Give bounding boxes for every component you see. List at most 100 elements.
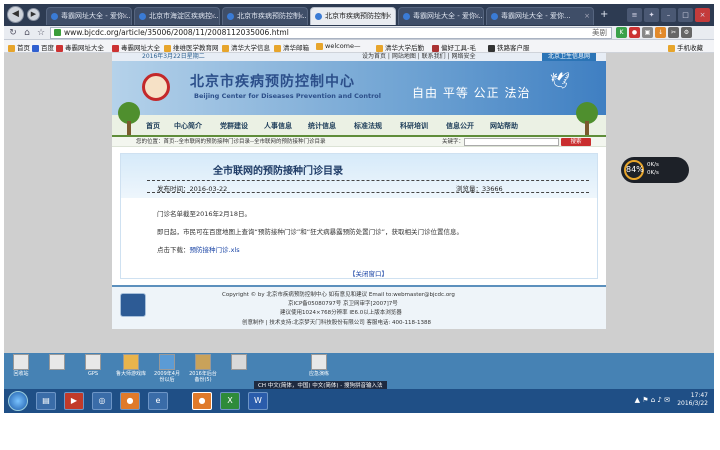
bookmark-item[interactable]: 清华邮箱 xyxy=(274,42,309,52)
desktop-icon[interactable] xyxy=(224,353,254,371)
nav-item[interactable]: 中心简介 xyxy=(174,121,202,131)
bookmark-item[interactable]: 百度 xyxy=(32,42,54,52)
footer-support: 创意制作 | 技术支持:北京梦天门科技股份有限公司 客服电话: 400-118-… xyxy=(242,320,432,326)
desktop-icon[interactable]: 应急演练 xyxy=(304,353,334,377)
close-window-icon[interactable]: × xyxy=(695,8,710,22)
new-tab-icon[interactable]: + xyxy=(600,9,608,20)
search-input[interactable] xyxy=(464,138,559,146)
close-tab-icon[interactable]: × xyxy=(210,8,216,25)
bookmark-item[interactable]: 清华大学后勤 xyxy=(376,42,424,52)
kingsoft-icon[interactable]: K xyxy=(616,27,627,38)
desktop-icon[interactable] xyxy=(42,353,72,371)
site-title: 北京市疾病预防控制中心 xyxy=(190,74,355,90)
excel-icon[interactable]: X xyxy=(220,392,240,410)
folder-icon xyxy=(222,44,229,52)
browser-tab[interactable]: 北京市海淀区疾病控... × xyxy=(134,7,220,25)
url-right-hint: 美剧 xyxy=(592,28,607,37)
clock[interactable]: 17:47 2016/3/22 xyxy=(677,392,708,408)
nav-item[interactable]: 统计信息 xyxy=(308,121,336,131)
tab-favicon-icon xyxy=(227,12,234,20)
baidu-icon xyxy=(32,44,39,52)
close-tab-icon[interactable]: × xyxy=(584,8,590,25)
close-tab-icon[interactable]: × xyxy=(386,8,392,25)
folder-icon xyxy=(668,44,675,52)
back-icon[interactable]: ◀ xyxy=(7,6,24,23)
browser-tab-active[interactable]: 北京市疾病预防控制 × xyxy=(310,7,396,25)
nav-item[interactable]: 信息公开 xyxy=(446,121,474,131)
desktop-icon[interactable]: 回收站 xyxy=(6,353,36,377)
home-icon[interactable]: ⌂ xyxy=(21,27,33,39)
media-player-icon[interactable]: ▶ xyxy=(64,392,84,410)
download-icon[interactable]: ↓ xyxy=(655,27,666,38)
site-topline: 2016年3月22日星期二 设为首页 | 网站地图 | 联系我们 | 网络安全 … xyxy=(112,53,606,61)
desktop-icons: 回收站 GPS 鲁大师游戏库 2009年4月份以后 2016年后台备份(5) 应… xyxy=(4,353,714,391)
bookmark-item[interactable]: 偏好工具-毛 xyxy=(432,42,476,52)
taskbar: ▤ ▶ ◎ ● e ● X W ▲ ⚑ ⌂ ♪ ✉ 17:47 2016/3/22 xyxy=(4,389,714,413)
browser-tab[interactable]: 毒霸网址大全 - 爱你... × xyxy=(46,7,132,25)
browser-tab[interactable]: 毒霸网址大全 - 爱你... × xyxy=(486,7,594,25)
active-browser-icon[interactable]: ● xyxy=(192,392,212,410)
ie-icon[interactable]: e xyxy=(148,392,168,410)
tab-favicon-icon xyxy=(491,12,498,20)
article-title: 全市联网的预防接种门诊目录 xyxy=(213,166,343,177)
system-tray[interactable]: ▲ ⚑ ⌂ ♪ ✉ xyxy=(635,396,670,404)
start-button[interactable] xyxy=(8,391,28,411)
skin-icon[interactable]: ✦ xyxy=(644,8,659,22)
site-top-links[interactable]: 设为首页 | 网站地图 | 联系我们 | 网络安全 xyxy=(362,53,476,61)
settings-icon[interactable]: ⚙ xyxy=(681,27,692,38)
browser-tab[interactable]: 毒霸网址大全 - 爱你... × xyxy=(398,7,484,25)
bookmark-item[interactable]: 清华大学信息 xyxy=(222,42,270,52)
url-input[interactable]: www.bjcdc.org/article/35006/2008/11/2008… xyxy=(50,27,612,39)
bookmark-item[interactable]: 毒霸网址大全 xyxy=(56,42,104,52)
nav-item[interactable]: 科研培训 xyxy=(400,121,428,131)
browser-tab[interactable]: 北京市疾病预防控制... × xyxy=(222,7,308,25)
extension-icon[interactable]: ▣ xyxy=(642,27,653,38)
site-date: 2016年3月22日星期二 xyxy=(142,53,205,60)
network-widget[interactable]: 84% 0K/s 0K/s xyxy=(621,157,689,183)
bookmark-star-icon[interactable]: ☆ xyxy=(35,27,47,39)
forward-icon[interactable]: ▶ xyxy=(27,8,40,21)
folder-icon xyxy=(164,44,171,52)
bookmark-item[interactable]: welcome— xyxy=(316,42,361,50)
browser-icon[interactable]: ● xyxy=(120,392,140,410)
bookmark-item[interactable]: 维维医学教育网 xyxy=(164,42,219,52)
minimize-icon[interactable]: – xyxy=(661,8,676,22)
adblock-icon[interactable]: ● xyxy=(629,27,640,38)
refresh-icon[interactable]: ↻ xyxy=(7,27,19,39)
bookmark-item[interactable]: 手机收藏 xyxy=(668,42,703,52)
bookmark-item[interactable]: 首页 xyxy=(8,42,30,52)
bookmark-item[interactable]: 毒霸网址大全 xyxy=(112,42,160,52)
search-button[interactable]: 搜索 xyxy=(561,138,591,146)
nav-item[interactable]: 党群建设 xyxy=(220,121,248,131)
desktop-icon[interactable]: 2016年后台备份(5) xyxy=(188,353,218,383)
nav-item[interactable]: 网站帮助 xyxy=(490,121,518,131)
search-icon[interactable]: ◎ xyxy=(92,392,112,410)
breadcrumb-text[interactable]: 您的位置：首页--全市联网的预防接种门诊目录--全市联网的预防接种门诊目录 xyxy=(136,137,325,147)
desktop-icon[interactable]: 鲁大师游戏库 xyxy=(116,353,146,377)
explorer-icon[interactable]: ▤ xyxy=(36,392,56,410)
recycle-bin-icon xyxy=(13,354,29,370)
favicon-icon xyxy=(56,44,63,52)
nav-item[interactable]: 人事信息 xyxy=(264,121,292,131)
download-link[interactable]: 预防接种门诊.xls xyxy=(190,246,240,254)
maximize-icon[interactable]: □ xyxy=(678,8,693,22)
menu-icon[interactable]: ≡ xyxy=(627,8,642,22)
folder-icon xyxy=(376,44,383,52)
site-brand-link[interactable]: 北京卫生信息网 xyxy=(541,53,596,61)
close-tab-icon[interactable]: × xyxy=(474,8,480,25)
nav-item[interactable]: 首页 xyxy=(146,121,160,131)
footer-icp: 京ICP备05080797号 京卫网审字[2007]7号 xyxy=(288,301,398,307)
close-window-link[interactable]: 【关闭窗口】 xyxy=(349,268,388,278)
desktop-icon[interactable]: GPS xyxy=(78,353,108,377)
site-badge-icon[interactable] xyxy=(120,293,146,317)
file-icon xyxy=(231,354,247,370)
word-icon[interactable]: W xyxy=(248,392,268,410)
desktop-icon[interactable]: 2009年4月份以后 xyxy=(152,353,182,383)
keyword-label: 关键字： xyxy=(442,139,465,145)
nav-item[interactable]: 标准法规 xyxy=(354,121,382,131)
close-tab-icon[interactable]: × xyxy=(122,8,128,25)
close-tab-icon[interactable]: × xyxy=(298,8,304,25)
bookmark-item[interactable]: 铁路客户服 xyxy=(488,42,530,52)
desktop-screen: ◀ ▶ 毒霸网址大全 - 爱你... × 北京市海淀区疾病控... × 北京市疾病预… xyxy=(4,4,714,413)
screenshot-icon[interactable]: ✂ xyxy=(668,27,679,38)
